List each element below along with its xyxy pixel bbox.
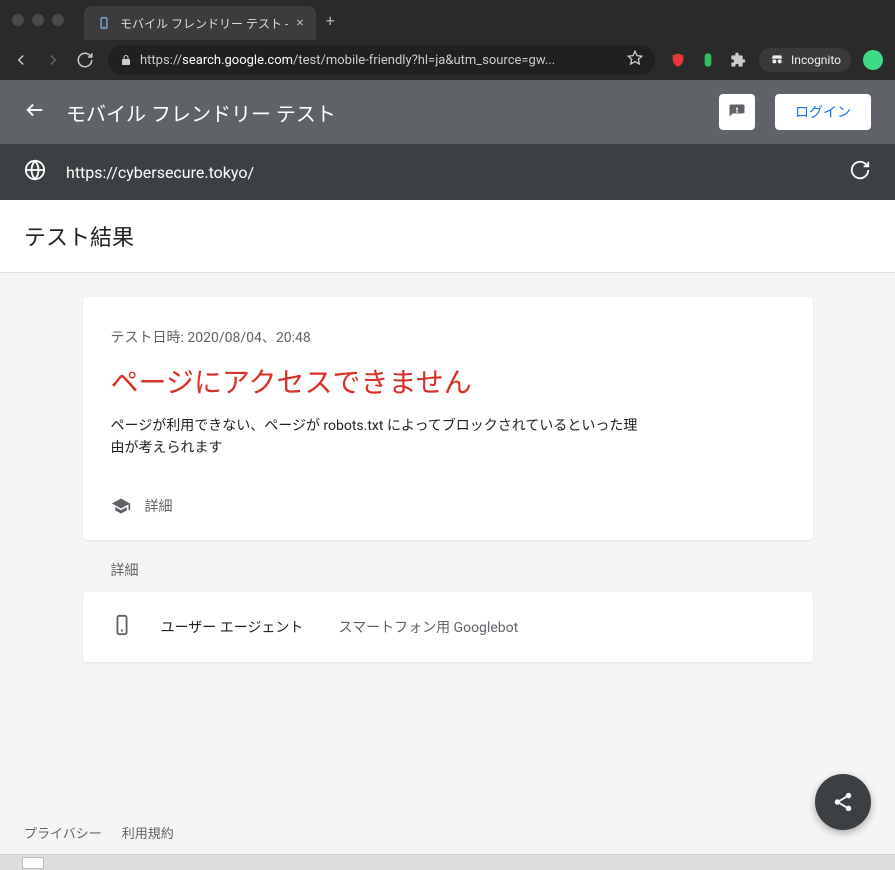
share-fab[interactable] [815, 774, 871, 830]
incognito-badge[interactable]: Incognito [759, 48, 851, 72]
extension-icons: Incognito [669, 48, 883, 72]
detail-value: スマートフォン用 Googlebot [339, 617, 519, 637]
browser-toolbar: https://search.google.com/test/mobile-fr… [0, 40, 895, 80]
content-area: テスト結果 テスト日時: 2020/08/04、20:48 ページにアクセスでき… [0, 200, 895, 854]
smartphone-icon [111, 614, 133, 640]
app-title: モバイル フレンドリー テスト [66, 98, 699, 127]
browser-titlebar: モバイル フレンドリー テスト - × + [0, 0, 895, 40]
ublock-extension-icon[interactable] [669, 51, 687, 69]
feedback-button[interactable] [719, 94, 755, 130]
url-input[interactable]: https://cybersecure.tokyo/ [66, 163, 829, 182]
profile-avatar[interactable] [863, 50, 883, 70]
results-title: テスト結果 [24, 220, 871, 252]
privacy-link[interactable]: プライバシー [24, 823, 102, 842]
app-back-button[interactable] [24, 99, 46, 125]
graduation-cap-icon [111, 496, 131, 516]
globe-icon [24, 159, 46, 185]
learn-more-link[interactable]: 詳細 [111, 496, 785, 516]
window-fragment [0, 854, 895, 870]
detail-key: ユーザー エージェント [161, 617, 311, 637]
url-text: https://search.google.com/test/mobile-fr… [140, 53, 619, 68]
tab-favicon-icon [96, 15, 112, 31]
details-section-label: 詳細 [83, 560, 813, 580]
new-tab-button[interactable]: + [326, 11, 335, 30]
error-description: ページが利用できない、ページが robots.txt によってブロックされている… [111, 415, 651, 460]
bookmark-star-icon[interactable] [627, 50, 643, 70]
share-icon [832, 791, 854, 813]
run-test-button[interactable] [849, 159, 871, 185]
app-header: モバイル フレンドリー テスト ログイン [0, 80, 895, 144]
terms-link[interactable]: 利用規約 [122, 823, 174, 842]
login-button[interactable]: ログイン [775, 94, 871, 130]
lock-icon [120, 51, 132, 70]
incognito-label: Incognito [791, 53, 841, 67]
reload-button[interactable] [76, 51, 94, 69]
evernote-extension-icon[interactable] [699, 51, 717, 69]
extensions-puzzle-icon[interactable] [729, 51, 747, 69]
tab-title: モバイル フレンドリー テスト - [120, 15, 288, 32]
footer-links: プライバシー 利用規約 [24, 823, 174, 842]
close-window-icon[interactable] [12, 14, 24, 26]
back-button[interactable] [12, 51, 30, 69]
learn-more-label: 詳細 [145, 496, 173, 516]
maximize-window-icon[interactable] [52, 14, 64, 26]
detail-row[interactable]: ユーザー エージェント スマートフォン用 Googlebot [83, 592, 813, 662]
browser-tab[interactable]: モバイル フレンドリー テスト - × [84, 6, 316, 40]
window-controls [12, 14, 64, 26]
minimize-window-icon[interactable] [32, 14, 44, 26]
error-title: ページにアクセスできません [111, 361, 785, 401]
address-bar[interactable]: https://search.google.com/test/mobile-fr… [108, 45, 655, 75]
results-header: テスト結果 [0, 200, 895, 273]
close-tab-icon[interactable]: × [296, 15, 303, 31]
test-timestamp: テスト日時: 2020/08/04、20:48 [111, 327, 785, 347]
url-input-bar: https://cybersecure.tokyo/ [0, 144, 895, 200]
result-card: テスト日時: 2020/08/04、20:48 ページにアクセスできません ペー… [83, 297, 813, 540]
forward-button[interactable] [44, 51, 62, 69]
